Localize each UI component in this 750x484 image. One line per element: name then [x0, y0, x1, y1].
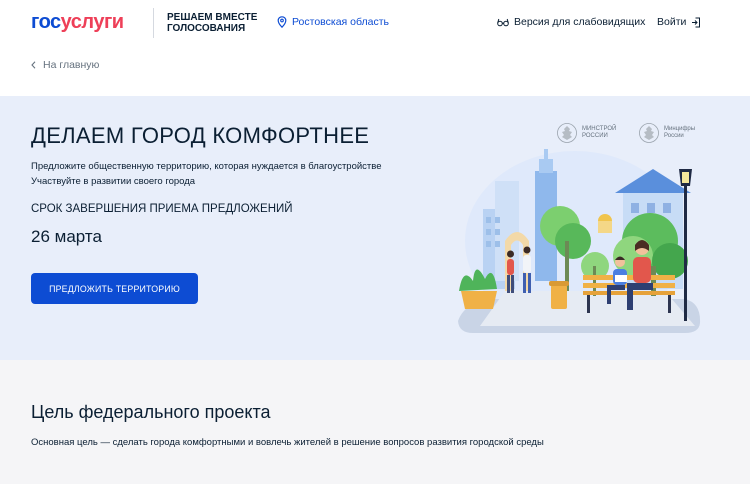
- region-label: Ростовская область: [292, 16, 390, 28]
- site-header: госуслуги РЕШАЕМ ВМЕСТЕ ГОЛОСОВАНИЯ Рост…: [0, 0, 750, 46]
- chevron-left-icon: [31, 61, 36, 69]
- login-button[interactable]: Войти: [657, 16, 701, 28]
- hero-banner: ДЕЛАЕМ ГОРОД КОМФОРТНЕЕ Предложите общес…: [0, 96, 750, 360]
- section-title: Цель федерального проекта: [31, 402, 271, 422]
- propose-territory-button[interactable]: ПРЕДЛОЖИТЬ ТЕРРИТОРИЮ: [31, 273, 198, 304]
- region-selector[interactable]: Ростовская область: [277, 16, 389, 28]
- login-label: Войти: [657, 16, 687, 28]
- deadline-label: СРОК ЗАВЕРШЕНИЯ ПРИЕМА ПРЕДЛОЖЕНИЙ: [31, 203, 293, 215]
- partner-name: Минцифры России: [664, 126, 696, 139]
- back-to-home-link[interactable]: На главную: [31, 59, 99, 71]
- hero-description: Предложите общественную территорию, кото…: [31, 159, 382, 189]
- deadline-date: 26 марта: [31, 227, 102, 246]
- hero-desc-line1: Предложите общественную территорию, кото…: [31, 161, 382, 172]
- page-title: ДЕЛАЕМ ГОРОД КОМФОРТНЕЕ: [31, 123, 370, 148]
- back-label: На главную: [43, 59, 100, 71]
- gosuslugi-logo[interactable]: госуслуги: [31, 11, 124, 34]
- accessibility-label: Версия для слабовидящих: [514, 16, 646, 28]
- project-tagline: РЕШАЕМ ВМЕСТЕ ГОЛОСОВАНИЯ: [167, 12, 258, 34]
- logo-divider: [153, 8, 154, 38]
- partner-name: МИНСТРОЙ РОССИИ: [582, 126, 617, 139]
- city-park-illustration: [458, 149, 701, 333]
- breadcrumb-bar: На главную: [0, 46, 750, 96]
- login-icon: [692, 17, 701, 27]
- location-pin-icon: [277, 16, 287, 28]
- section-text: Основная цель — сделать города комфортны…: [31, 437, 544, 448]
- hero-desc-line2: Участвуйте в развитии своего города: [31, 176, 196, 187]
- glasses-icon: [497, 18, 509, 26]
- accessibility-link[interactable]: Версия для слабовидящих: [497, 16, 645, 28]
- project-goal-section: Цель федерального проекта Основная цель …: [0, 360, 750, 484]
